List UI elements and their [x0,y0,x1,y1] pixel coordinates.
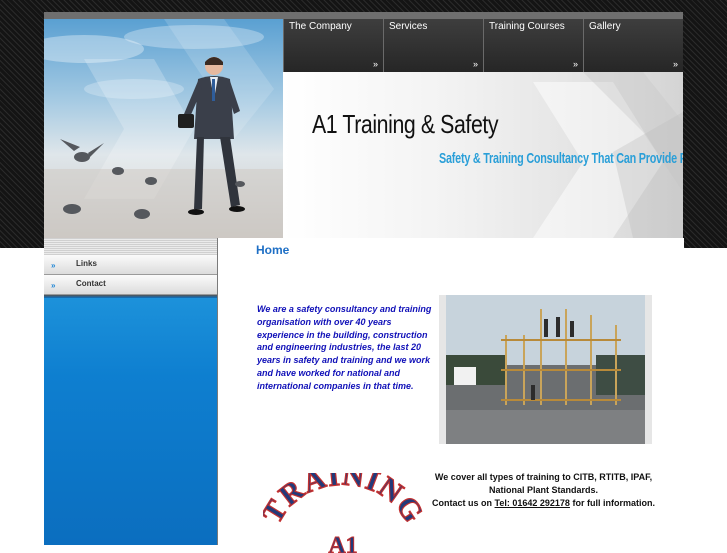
scaffolding-photo [439,295,652,444]
cover-line: We cover all types of training to CITB, … [434,472,653,482]
sidebar-item-links[interactable]: » Links [44,255,217,275]
nav-item-the-company[interactable]: The Company » [283,19,383,72]
nav-item-training-courses[interactable]: Training Courses » [483,19,583,72]
sidebar: » Links » Contact [44,238,217,545]
header-banner: A1 Training & Safety Safety & Training C… [283,72,683,238]
sidebar-item-label: Contact [76,279,106,288]
nav-item-services[interactable]: Services » [383,19,483,72]
site-frame: The Company » Services » Training Course… [44,12,684,553]
main-content: Home We are a safety consultancy and tra… [217,238,684,553]
intro-text: We are a safety consultancy and training… [257,304,432,391]
cover-line: National Plant Standards. [488,485,599,495]
double-chevron-right-icon: » [472,59,478,69]
sidebar-item-contact[interactable]: » Contact [44,275,217,295]
contact-prefix: Contact us on [432,498,493,508]
nav-item-label: Services [389,21,428,32]
double-chevron-right-icon: » [672,59,678,69]
nav-item-label: Gallery [589,21,621,32]
telephone-link[interactable]: Tel: 01642 292178 [495,498,570,508]
double-chevron-right-icon: » [572,59,578,69]
training-a1-logo: TRAINING A1 [263,473,423,553]
double-chevron-right-icon: » [372,59,378,69]
svg-text:TRAINING: TRAINING [263,473,423,529]
sidebar-header [44,238,217,255]
site-tagline: Safety & Training Consultancy That Can P… [439,150,683,167]
site-title: A1 Training & Safety [312,109,499,139]
nav-item-gallery[interactable]: Gallery » [583,19,683,72]
page-title: Home [256,243,290,257]
nav-item-label: Training Courses [489,21,565,32]
double-chevron-right-icon: » [51,261,56,270]
contact-line: Contact us on Tel: 01642 292178 for full… [431,497,656,510]
sidebar-item-label: Links [76,259,97,268]
double-chevron-right-icon: » [51,281,56,290]
nav-item-label: The Company [289,21,352,32]
header-photo-businessman [44,19,283,238]
sidebar-divider [44,295,217,298]
logo-text: TRAINING [263,473,423,530]
logo-sub: A1 [328,533,357,553]
training-info: We cover all types of training to CITB, … [431,471,656,510]
top-strip [44,12,683,19]
main-nav: The Company » Services » Training Course… [283,19,683,72]
contact-suffix: for full information. [572,498,655,508]
